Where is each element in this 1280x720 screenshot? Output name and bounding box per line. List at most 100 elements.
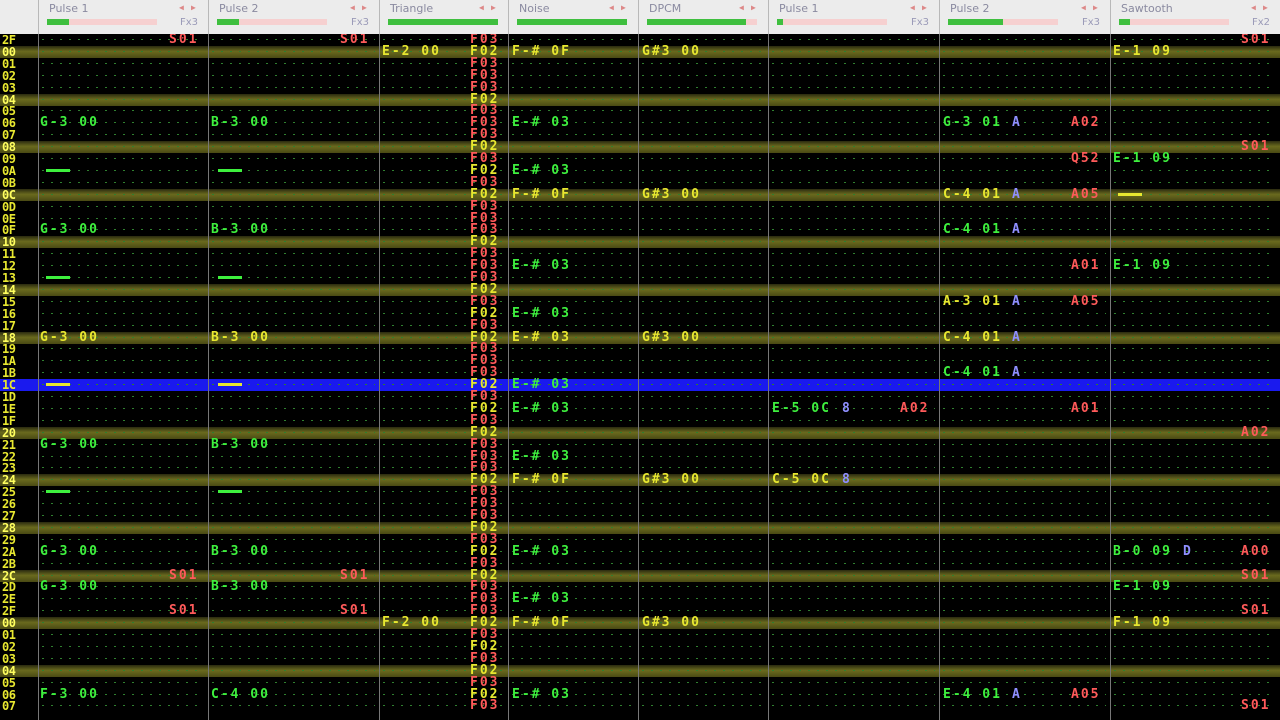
pattern-row[interactable]: 0C F02 F-# 0F G#3 00 C-4 01 A A05	[0, 187, 1280, 202]
note-release-marker[interactable]	[1118, 192, 1142, 196]
effect-cell[interactable]: A02	[1071, 115, 1100, 130]
note-cell[interactable]: G#3 00	[642, 330, 701, 345]
pattern-row[interactable]: 09 F03 Q52 E-1 09	[0, 151, 1280, 166]
note-cell[interactable]: E-# 03	[512, 591, 571, 606]
pattern-row[interactable]: 10 F02	[0, 234, 1280, 249]
arrow-right-icon[interactable]: ▶	[922, 3, 927, 12]
channel-header-4[interactable]: Noise ◀ ▶	[508, 0, 638, 34]
note-cell[interactable]: F-# 0F	[512, 187, 571, 202]
pattern-row[interactable]: 04 F02	[0, 663, 1280, 678]
pattern-row[interactable]: 03 F03	[0, 651, 1280, 666]
pattern-row[interactable]: 07 F03 S01	[0, 698, 1280, 713]
note-cell[interactable]: C-4 00	[211, 687, 270, 702]
note-cell[interactable]: F-# 0F	[512, 44, 571, 59]
pattern-row[interactable]: 2C S01 S01 F02 S01	[0, 568, 1280, 583]
note-cell[interactable]: G-3 00	[40, 544, 99, 559]
note-cell[interactable]: A-3 01	[943, 294, 1002, 309]
arrow-right-icon[interactable]: ▶	[1263, 3, 1268, 12]
pattern-row[interactable]: 17 F03	[0, 318, 1280, 333]
pattern-row[interactable]: 04 F02	[0, 92, 1280, 107]
pattern-row[interactable]: 27 F03	[0, 508, 1280, 523]
pattern-row[interactable]: 02 F02	[0, 639, 1280, 654]
instrument-cell[interactable]: A	[1012, 115, 1022, 130]
pattern-editor[interactable]: 2F S01 S01 F03 S01 00 E-2 00 F02 F-# 0F G#3 00 E-1…	[0, 34, 1280, 720]
note-cell[interactable]: E-1 09	[1113, 258, 1172, 273]
note-release-marker[interactable]	[218, 490, 242, 494]
arrow-left-icon[interactable]: ◀	[179, 3, 184, 12]
effect-cell[interactable]: S01	[1241, 139, 1270, 154]
note-cell[interactable]: G#3 00	[642, 187, 701, 202]
note-cell[interactable]: B-3 00	[211, 330, 270, 345]
note-cell[interactable]: B-0 09	[1113, 544, 1172, 559]
note-cell[interactable]: F-3 00	[40, 687, 99, 702]
arrow-left-icon[interactable]: ◀	[609, 3, 614, 12]
pattern-row[interactable]: 02 F03	[0, 68, 1280, 83]
note-cell[interactable]: C-4 01	[943, 222, 1002, 237]
pattern-row[interactable]: 26 F03	[0, 496, 1280, 511]
pattern-row[interactable]: 0E F03	[0, 211, 1280, 226]
effect-cell[interactable]: S01	[1241, 568, 1270, 583]
note-cell[interactable]: E-1 09	[1113, 44, 1172, 59]
arrow-left-icon[interactable]: ◀	[350, 3, 355, 12]
effect-columns-label[interactable]: Fx3	[1082, 17, 1100, 28]
arrow-right-icon[interactable]: ▶	[191, 3, 196, 12]
effect-cell[interactable]: A01	[1071, 258, 1100, 273]
note-cell[interactable]: E-# 03	[512, 115, 571, 130]
effect-cell[interactable]: A01	[1071, 401, 1100, 416]
arrow-left-icon[interactable]: ◀	[1251, 3, 1256, 12]
pattern-row[interactable]: 00 F-2 00 F02 F-# 0F G#3 00 F-1 09	[0, 615, 1280, 630]
arrow-left-icon[interactable]: ◀	[910, 3, 915, 12]
arrow-right-icon[interactable]: ▶	[751, 3, 756, 12]
note-release-marker[interactable]	[46, 276, 70, 279]
instrument-cell[interactable]: A	[1012, 330, 1022, 345]
note-cell[interactable]: E-5 0C	[772, 401, 831, 416]
note-cell[interactable]: E-# 03	[512, 306, 571, 321]
pattern-row[interactable]: 2A G-3 00 B-3 00 F02 E-# 03 B-0 09 D A00	[0, 544, 1280, 559]
arrow-left-icon[interactable]: ◀	[479, 3, 484, 12]
note-cell[interactable]: E-1 09	[1113, 579, 1172, 594]
pattern-row[interactable]: 03 F03	[0, 80, 1280, 95]
effect-cell[interactable]: A05	[1071, 294, 1100, 309]
arrow-right-icon[interactable]: ▶	[362, 3, 367, 12]
note-cell[interactable]: F-# 0F	[512, 615, 571, 630]
pattern-row[interactable]: 22 F03 E-# 03	[0, 449, 1280, 464]
effect-cell[interactable]: F03	[470, 698, 499, 713]
note-cell[interactable]: E-# 03	[512, 377, 571, 392]
effect-cell[interactable]: S01	[169, 568, 198, 583]
effect-cell[interactable]: S01	[340, 603, 369, 618]
note-cell[interactable]: E-# 03	[512, 258, 571, 273]
instrument-cell[interactable]: 8	[842, 401, 852, 416]
pattern-row[interactable]: 29 F03	[0, 532, 1280, 547]
pattern-row[interactable]: 28 F02	[0, 520, 1280, 535]
note-release-marker[interactable]	[46, 490, 70, 494]
note-cell[interactable]: G#3 00	[642, 44, 701, 59]
note-release-marker[interactable]	[218, 168, 242, 172]
arrow-right-icon[interactable]: ▶	[1093, 3, 1098, 12]
arrow-left-icon[interactable]: ◀	[1081, 3, 1086, 12]
pattern-row[interactable]: 1F F03	[0, 413, 1280, 428]
note-cell[interactable]: F-1 09	[1113, 615, 1172, 630]
note-cell[interactable]: G-3 00	[40, 330, 99, 345]
pattern-row[interactable]: 2F S01 S01 F03 S01	[0, 603, 1280, 618]
note-cell[interactable]: B-3 00	[211, 579, 270, 594]
pattern-row[interactable]: 21 G-3 00 B-3 00 F03	[0, 437, 1280, 452]
effect-columns-label[interactable]: Fx2	[1252, 17, 1270, 28]
pattern-row[interactable]: 15 F03 A-3 01 A A05	[0, 294, 1280, 309]
effect-cell[interactable]: A00	[1241, 544, 1270, 559]
effect-cell[interactable]: S01	[1241, 698, 1270, 713]
effect-cell[interactable]: S01	[169, 603, 198, 618]
effect-cell[interactable]: S01	[340, 568, 369, 583]
channel-header-7[interactable]: Pulse 2 ◀ ▶ Fx3	[939, 0, 1110, 34]
pattern-row[interactable]: 1B F03 C-4 01 A	[0, 365, 1280, 380]
note-cell[interactable]: E-# 03	[512, 163, 571, 178]
pattern-row[interactable]: 01 F03	[0, 56, 1280, 71]
pattern-row[interactable]: 06 G-3 00 B-3 00 F03 E-# 03 G-3 01 A A02	[0, 115, 1280, 130]
arrow-left-icon[interactable]: ◀	[739, 3, 744, 12]
pattern-row[interactable]: 25 F03	[0, 484, 1280, 499]
pattern-row[interactable]: 01 F03	[0, 627, 1280, 642]
effect-columns-label[interactable]: Fx3	[911, 17, 929, 28]
note-cell[interactable]: E-4 01	[943, 687, 1002, 702]
note-cell[interactable]: C-5 0C	[772, 472, 831, 487]
note-cell[interactable]: E-# 03	[512, 401, 571, 416]
note-cell[interactable]: B-3 00	[211, 222, 270, 237]
